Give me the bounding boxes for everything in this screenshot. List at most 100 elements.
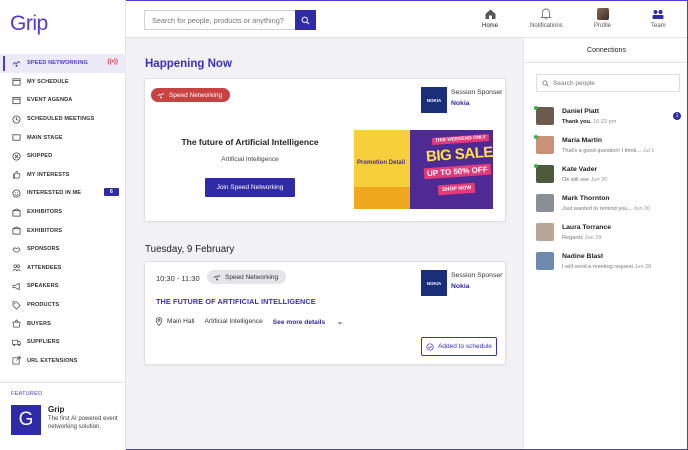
search-icon	[542, 79, 549, 87]
session-time: 10:30 - 11:30	[156, 274, 200, 283]
session-topic: Artificial Intelligence	[204, 318, 263, 325]
session-type-label: Speed Networking	[225, 273, 279, 281]
sidebar-item-speakers[interactable]: SPEAKERS	[0, 277, 126, 296]
conversation-item[interactable]: Kate Vader Ok will see Jun 30	[534, 164, 686, 193]
sidebar-item-label: EXHIBITORS	[27, 227, 63, 234]
sidebar-item-speed-networking[interactable]: SPEED NETWORKING ((•))	[0, 54, 126, 73]
location-pin-icon	[155, 317, 163, 326]
top-nav-label: Team	[651, 23, 666, 29]
search-button[interactable]	[295, 10, 316, 30]
sidebar-item-label: SUPPLIERS	[27, 339, 60, 346]
page-title: Happening Now	[145, 58, 232, 70]
count-badge: 6	[103, 188, 119, 197]
session-title-link[interactable]: THE FUTURE OF ARTIFICIAL INTELLIGENCE	[156, 297, 316, 306]
exhibitor-icon	[12, 207, 21, 217]
chevron-down-icon: ⌄	[337, 318, 343, 326]
top-nav-label: Profile	[594, 23, 612, 29]
sidebar-item-buyers[interactable]: BUYERS	[0, 314, 126, 333]
contact-name: Laura Torrance	[562, 224, 611, 231]
message-time: Jun 30	[590, 177, 608, 183]
conversation-item[interactable]: Nadine Blast I will send a meeting reque…	[536, 252, 686, 280]
sponsor-banner[interactable]: Promotion Detail THIS WEEKEND ONLY BIG S…	[354, 130, 493, 209]
session-location: Main Hall	[167, 318, 195, 325]
message-time: Jun 28	[634, 264, 652, 270]
sidebar-item-label: SCHEDULED MEETINGS	[27, 116, 95, 123]
contact-name: Maria Martin	[562, 137, 603, 144]
join-speed-networking-button[interactable]: Join Speed Networking	[205, 178, 295, 197]
top-nav-notifications[interactable]: Notifications	[530, 6, 563, 29]
conversation-item[interactable]: Laura Torrance Regards Jun 29	[536, 223, 686, 251]
featured-panel[interactable]: FEATURED G Grip The first AI powered eve…	[0, 382, 126, 450]
message-time: Jun 30	[633, 206, 651, 212]
skipped-icon	[12, 152, 21, 161]
sidebar-item-label: EVENT AGENDA	[27, 97, 73, 104]
sidebar-item-label: MAIN STAGE	[27, 134, 63, 141]
grip-logo[interactable]: Grip	[10, 12, 48, 36]
sponsor-name[interactable]: Nokia	[451, 100, 470, 107]
sidebar-nav: SPEED NETWORKING ((•)) MY SCHEDULE EVENT…	[0, 54, 126, 370]
avatar	[536, 223, 554, 241]
top-nav-home[interactable]: Home	[482, 6, 498, 29]
attendees-icon	[12, 263, 21, 272]
sidebar-item-suppliers[interactable]: SUPPLIERS	[0, 333, 126, 352]
last-message: That's a good question! I think... Jul 1	[562, 148, 655, 154]
top-nav-team[interactable]: Team	[651, 6, 666, 29]
sponsor-name[interactable]: Nokia	[451, 283, 470, 290]
thumbs-up-icon	[12, 170, 21, 179]
banner-stripe	[354, 187, 410, 209]
connections-title: Connections	[524, 38, 688, 63]
sidebar-item-url-extensions[interactable]: URL EXTENSIONS	[0, 352, 126, 371]
sidebar-item-attendees[interactable]: ATTENDEES	[0, 259, 126, 278]
session-type-pill[interactable]: Speed Networking	[151, 88, 231, 102]
sidebar-item-my-interests[interactable]: MY INTERESTS	[0, 166, 126, 185]
people-search-placeholder: Search people	[553, 79, 595, 87]
last-message-text: Thank you.	[562, 119, 592, 125]
see-more-label: See more details	[272, 318, 326, 326]
sidebar-item-products[interactable]: PRODUCTS	[0, 296, 126, 315]
contact-name: Kate Vader	[562, 166, 598, 173]
sidebar-item-exhibitors[interactable]: EXHIBITORS	[0, 203, 126, 222]
last-message-text: I will send a meeting request	[562, 264, 633, 270]
people-search-input[interactable]: Search people	[536, 74, 680, 92]
sidebar-item-label: SPEAKERS	[27, 283, 59, 290]
banner-shop-text: SHOP NOW	[437, 182, 476, 196]
conversation-item[interactable]: Mark Thornton Just wanted to remind you.…	[536, 194, 686, 222]
connections-panel: Connections Search people Daniel Platt T…	[523, 38, 688, 450]
truck-icon	[12, 338, 21, 347]
sidebar-item-my-schedule[interactable]: MY SCHEDULE	[0, 73, 126, 92]
conversation-item[interactable]: Maria Martin That's a good question! I t…	[534, 135, 686, 164]
sidebar-item-label: INTERESTED IN ME	[27, 190, 82, 197]
sidebar-item-sponsors[interactable]: SPONSORS	[0, 240, 126, 259]
conversation-item[interactable]: Daniel Platt Thank you. 16:22 pm 1	[534, 106, 686, 135]
sidebar-item-skipped[interactable]: SKIPPED	[0, 147, 126, 166]
bell-icon	[540, 6, 552, 20]
sidebar-item-interested-in-me[interactable]: INTERESTED IN ME 6	[0, 184, 126, 203]
search-icon	[301, 16, 310, 24]
search-input[interactable]	[144, 10, 295, 30]
session-title: The future of Artificial Intelligence	[181, 137, 319, 147]
stage-icon	[12, 133, 21, 142]
calendar-icon	[12, 77, 21, 86]
sidebar-item-label: SPEED NETWORKING	[27, 60, 88, 67]
featured-logo: G	[11, 405, 41, 435]
banner-big-text: BIG SALE	[425, 143, 493, 166]
added-to-schedule-button[interactable]: Added to schedule	[421, 337, 497, 356]
top-nav-profile[interactable]: Profile	[594, 6, 611, 29]
last-message-text: Ok will see	[562, 177, 590, 183]
session-type-pill[interactable]: Speed Networking	[207, 270, 287, 284]
sponsor-label: Session Sponser	[451, 89, 503, 96]
sidebar: Grip SPEED NETWORKING ((•)) MY SCHEDULE …	[0, 0, 126, 450]
sidebar-item-exhibitors-2[interactable]: EXHIBITORS	[0, 221, 126, 240]
sidebar-item-event-agenda[interactable]: EVENT AGENDA	[0, 91, 126, 110]
sponsor-logo[interactable]: NOKIA	[421, 270, 447, 296]
see-more-details-link[interactable]: See more details ⌄	[273, 318, 353, 326]
featured-label: FEATURED	[11, 391, 43, 397]
sidebar-item-scheduled-meetings[interactable]: SCHEDULED MEETINGS	[0, 110, 126, 129]
basket-icon	[12, 319, 21, 328]
sidebar-item-main-stage[interactable]: MAIN STAGE	[0, 128, 126, 147]
unread-badge: 1	[673, 112, 681, 120]
session-meta: Main Hall Artificial Intelligence See mo…	[155, 317, 363, 326]
date-heading: Tuesday, 9 February	[145, 244, 235, 255]
sponsor-logo[interactable]: NOKIA	[421, 87, 447, 113]
frame-border	[126, 0, 688, 1]
